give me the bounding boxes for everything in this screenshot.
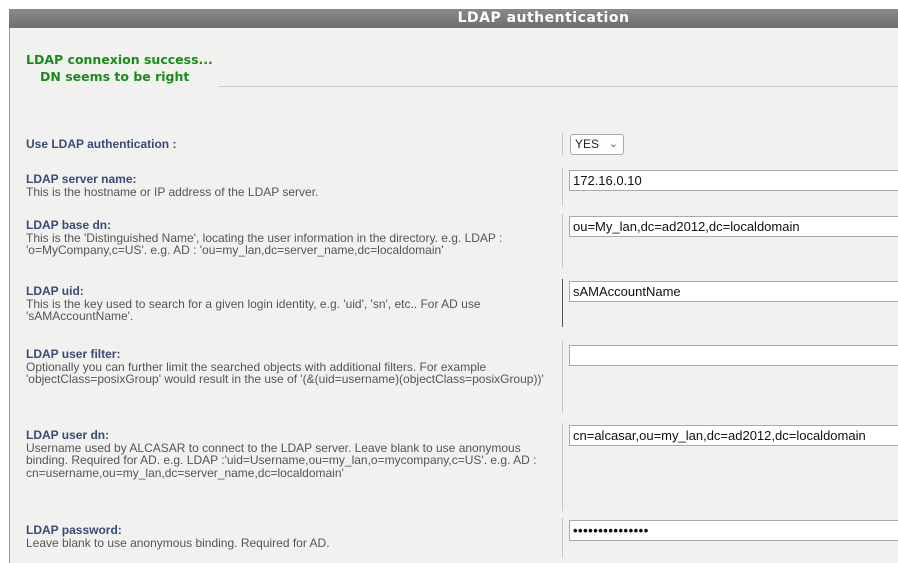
column-divider: [562, 518, 563, 558]
setting-label: LDAP base dn: This is the 'Distinguished…: [26, 219, 564, 257]
status-divider: [219, 86, 898, 87]
setting-description: Username used by ALCASAR to connect to t…: [26, 440, 537, 480]
user-filter-input[interactable]: [569, 345, 898, 366]
chevron-down-icon: ⌄: [608, 138, 618, 150]
setting-title: LDAP user filter:: [26, 347, 121, 361]
use-ldap-select[interactable]: YES ⌄: [570, 134, 624, 155]
setting-row-user-filter: LDAP user filter: Optionally you can fur…: [10, 341, 898, 413]
setting-row-base-dn: LDAP base dn: This is the 'Distinguished…: [10, 214, 898, 269]
column-divider: [562, 214, 563, 268]
setting-title: LDAP uid:: [26, 284, 84, 298]
setting-row-user-dn: LDAP user dn: Username used by ALCASAR t…: [10, 423, 898, 513]
setting-description: Leave blank to use anonymous binding. Re…: [26, 535, 330, 550]
setting-label: LDAP user dn: Username used by ALCASAR t…: [26, 429, 564, 479]
setting-title: LDAP password:: [26, 523, 122, 537]
setting-row-server-name: LDAP server name: This is the hostname o…: [10, 168, 898, 208]
server-name-input[interactable]: 172.16.0.10: [569, 170, 898, 191]
setting-label: LDAP server name: This is the hostname o…: [26, 173, 564, 198]
status-success-message: LDAP connexion success...: [26, 52, 213, 67]
setting-row-uid: LDAP uid: This is the key used to search…: [10, 279, 898, 334]
setting-title: LDAP base dn:: [26, 218, 112, 232]
base-dn-input[interactable]: ou=My_lan,dc=ad2012,dc=localdomain: [569, 216, 898, 237]
connection-status: LDAP connexion success... DN seems to be…: [26, 51, 220, 85]
window-title: LDAP authentication: [9, 9, 898, 28]
ldap-settings-panel: LDAP connexion success... DN seems to be…: [9, 28, 898, 563]
setting-label: LDAP user filter: Optionally you can fur…: [26, 348, 564, 386]
setting-description: Optionally you can further limit the sea…: [26, 359, 544, 387]
status-dn-message: DN seems to be right: [40, 69, 190, 84]
password-input[interactable]: •••••••••••••••: [569, 520, 898, 541]
setting-description: This is the hostname or IP address of th…: [26, 184, 319, 199]
setting-description: This is the key used to search for a giv…: [26, 296, 481, 324]
user-dn-input[interactable]: cn=alcasar,ou=my_lan,dc=ad2012,dc=locald…: [569, 425, 898, 446]
setting-title: Use LDAP authentication :: [26, 137, 177, 151]
select-value: YES: [575, 137, 600, 151]
setting-row-use-ldap: Use LDAP authentication : YES ⌄: [10, 128, 898, 158]
setting-row-password: LDAP password: Leave blank to use anonym…: [10, 518, 898, 563]
uid-input[interactable]: sAMAccountName: [569, 281, 898, 302]
setting-title: LDAP user dn:: [26, 428, 110, 442]
column-divider: [562, 168, 563, 206]
setting-label: LDAP uid: This is the key used to search…: [26, 285, 564, 323]
setting-title: LDAP server name:: [26, 172, 137, 186]
column-divider: [562, 423, 563, 511]
setting-label: LDAP password: Leave blank to use anonym…: [26, 524, 564, 549]
column-divider: [562, 279, 563, 327]
setting-label: Use LDAP authentication :: [26, 138, 564, 151]
column-divider: [562, 341, 563, 413]
column-divider: [562, 133, 563, 155]
setting-description: This is the 'Distinguished Name', locati…: [26, 230, 503, 258]
